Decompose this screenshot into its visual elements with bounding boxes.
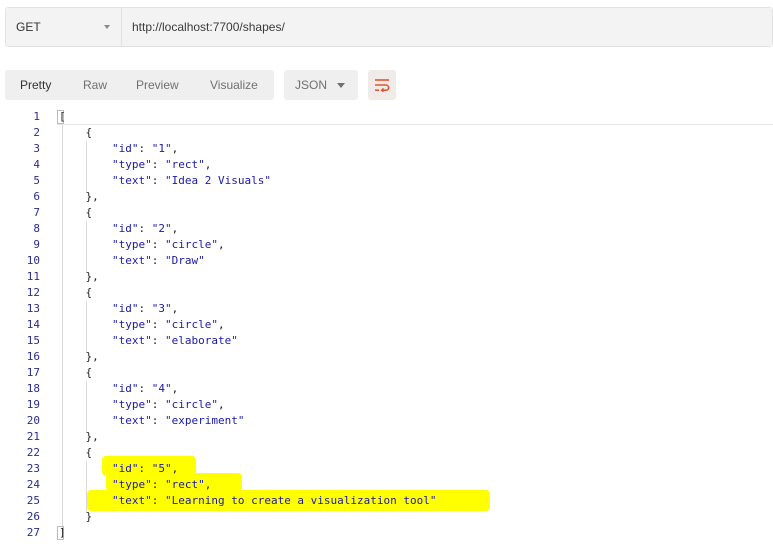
line-number: 2 xyxy=(33,126,40,139)
line-number: 22 xyxy=(26,446,40,459)
line-number: 25 xyxy=(26,494,40,507)
line-number: 13 xyxy=(26,302,40,315)
code-line: }, xyxy=(59,350,99,363)
line-number: 15 xyxy=(26,334,40,347)
code-line: "id": "5", xyxy=(111,462,179,475)
format-select[interactable]: JSON xyxy=(284,70,358,100)
line-number: 27 xyxy=(26,526,40,539)
code-line: "text": "experiment" xyxy=(111,414,245,427)
wrap-lines-button[interactable] xyxy=(368,70,396,100)
line-number: 6 xyxy=(33,190,40,203)
line-number: 12 xyxy=(26,286,40,299)
tab-preview[interactable]: Preview xyxy=(136,78,179,92)
line-number: 20 xyxy=(26,414,40,427)
line-number: 7 xyxy=(33,206,40,219)
line-number: 3 xyxy=(33,142,40,155)
request-bar: GET http://localhost:7700/shapes/ xyxy=(5,7,773,47)
code-line: "type": "circle", xyxy=(111,398,225,411)
code-line: { xyxy=(59,366,93,379)
response-view-tabs: Pretty Raw Preview Visualize xyxy=(5,70,274,100)
wrap-lines-icon xyxy=(375,79,390,92)
line-number: 16 xyxy=(26,350,40,363)
code-line: }, xyxy=(59,190,99,203)
chevron-down-icon xyxy=(104,25,110,29)
code-line: "text": "Idea 2 Visuals" xyxy=(111,174,271,187)
line-number: 11 xyxy=(26,270,40,283)
code-line: { xyxy=(59,286,93,299)
tab-raw[interactable]: Raw xyxy=(83,78,107,92)
code-line: "type": "rect", xyxy=(111,158,212,171)
code-line: "id": "4", xyxy=(111,382,179,395)
code-line: } xyxy=(59,510,93,523)
code-line: "text": "Draw" xyxy=(111,254,205,267)
code-line: "type": "rect", xyxy=(111,478,212,491)
line-number: 17 xyxy=(26,366,40,379)
code-line: "type": "circle", xyxy=(111,318,225,331)
line-number: 9 xyxy=(33,238,40,251)
line-number: 19 xyxy=(26,398,40,411)
code-content: [ { "id": "1", "type": "rect", "text": "… xyxy=(59,109,437,541)
format-label: JSON xyxy=(295,78,328,92)
code-line: { xyxy=(59,126,93,139)
line-number: 21 xyxy=(26,430,40,443)
line-number-gutter: 1 2 3 4 5 6 7 8 9 10 11 12 13 14 15 16 17 18 19 20 21 22 23 24 2… xyxy=(0,109,40,541)
code-line: [ xyxy=(59,110,66,123)
line-number: 18 xyxy=(26,382,40,395)
method-select[interactable]: GET xyxy=(6,8,122,46)
line-number: 10 xyxy=(26,254,40,267)
code-line: "id": "2", xyxy=(111,222,179,235)
response-body[interactable]: 1 2 3 4 5 6 7 8 9 10 11 12 13 14 15 16 17 18 19 20 21 22 23 24 2… xyxy=(0,109,773,551)
code-line: ] xyxy=(59,526,66,539)
code-line: }, xyxy=(59,430,99,443)
code-line: { xyxy=(59,206,93,219)
chevron-down-icon xyxy=(337,83,345,88)
method-label: GET xyxy=(16,20,41,34)
code-line: "text": "elaborate" xyxy=(111,334,238,347)
code-line: "type": "circle", xyxy=(111,238,225,251)
code-line: { xyxy=(59,446,93,459)
line-number: 4 xyxy=(33,158,40,171)
code-line: "id": "3", xyxy=(111,302,179,315)
code-line: "id": "1", xyxy=(111,142,179,155)
line-number: 24 xyxy=(26,478,40,491)
line-number: 23 xyxy=(26,462,40,475)
code-line: "text": "Learning to create a visualizat… xyxy=(111,494,437,507)
url-input[interactable]: http://localhost:7700/shapes/ xyxy=(123,8,772,46)
line-number: 5 xyxy=(33,174,40,187)
code-line: }, xyxy=(59,270,99,283)
tab-visualize[interactable]: Visualize xyxy=(210,78,258,92)
line-number: 14 xyxy=(26,318,40,331)
tab-pretty[interactable]: Pretty xyxy=(20,78,51,92)
line-number: 26 xyxy=(26,510,40,523)
line-number: 1 xyxy=(33,110,40,123)
line-number: 8 xyxy=(33,222,40,235)
